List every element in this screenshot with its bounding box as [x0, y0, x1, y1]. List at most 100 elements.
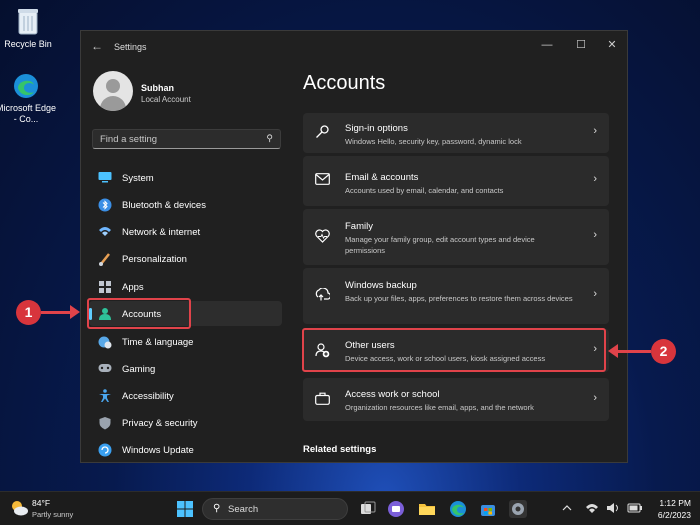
- step-badge-1: 1: [16, 300, 41, 325]
- arrow-1-shaft: [41, 311, 71, 314]
- file-explorer-icon[interactable]: [418, 500, 436, 518]
- card-description: Accounts used by email, calendar, and co…: [345, 186, 504, 195]
- desktop-icon-label: Microsoft Edge - Co...: [0, 103, 57, 124]
- chevron-right-icon: ›: [593, 288, 597, 300]
- sidebar-item-time-language[interactable]: Time & language: [89, 329, 282, 354]
- weather-temperature: 84°F: [32, 498, 51, 508]
- task-view-icon[interactable]: [359, 500, 377, 518]
- chevron-right-icon: ›: [593, 229, 597, 241]
- card-email-accounts[interactable]: Email & accounts Accounts used by email,…: [303, 156, 609, 206]
- back-arrow-icon[interactable]: ←: [91, 39, 103, 53]
- sidebar-item-label: Privacy & security: [122, 418, 198, 429]
- taskbar-search-label: Search: [228, 504, 259, 515]
- backup-icon: [314, 287, 331, 304]
- sidebar-item-privacy[interactable]: Privacy & security: [89, 410, 282, 435]
- gamepad-icon: [98, 362, 112, 375]
- card-description: Back up your files, apps, preferences to…: [345, 294, 573, 303]
- card-title: Family: [345, 221, 373, 232]
- family-heart-icon: [314, 229, 330, 245]
- window-title: Settings: [114, 42, 147, 52]
- search-input[interactable]: Find a setting ⚲: [92, 129, 281, 149]
- card-title: Email & accounts: [345, 172, 419, 183]
- battery-icon[interactable]: [627, 502, 643, 514]
- card-access-work-school[interactable]: Access work or school Organization resou…: [303, 378, 609, 421]
- bluetooth-icon: [98, 198, 112, 212]
- chevron-up-icon[interactable]: [562, 502, 572, 514]
- search-placeholder: Find a setting: [100, 134, 158, 145]
- sidebar-item-network[interactable]: Network & internet: [89, 219, 282, 244]
- accessibility-icon: [98, 389, 112, 402]
- sidebar-item-gaming[interactable]: Gaming: [89, 356, 282, 381]
- mail-icon: [314, 173, 330, 189]
- user-name: Subhan: [141, 83, 174, 93]
- desktop-icon-label: Recycle Bin: [4, 39, 52, 49]
- taskbar: 84°F Partly sunny ⚲ Search 1:12 PM 6/2/2…: [0, 491, 700, 525]
- update-icon: [98, 443, 112, 457]
- wifi-tray-icon[interactable]: [585, 502, 599, 514]
- card-family[interactable]: Family Manage your family group, edit ac…: [303, 209, 609, 265]
- volume-icon[interactable]: [606, 502, 620, 514]
- account-type: Local Account: [141, 95, 191, 104]
- close-button[interactable]: ✕: [603, 37, 621, 53]
- search-icon: ⚲: [266, 133, 273, 143]
- sidebar-item-label: Apps: [122, 282, 144, 293]
- briefcase-icon: [314, 392, 330, 408]
- sidebar-item-label: Time & language: [122, 337, 194, 348]
- arrow-1-head: [70, 305, 80, 319]
- desktop-icon-edge[interactable]: Microsoft Edge - Co...: [0, 72, 58, 125]
- title-bar: ← Settings — ☐ ✕: [81, 31, 627, 61]
- taskbar-search[interactable]: ⚲ Search: [202, 498, 348, 520]
- recycle-bin-icon: [18, 9, 38, 35]
- search-icon: ⚲: [213, 503, 221, 514]
- edge-taskbar-icon[interactable]: [449, 500, 467, 518]
- sidebar-item-label: Gaming: [122, 364, 156, 375]
- weather-description: Partly sunny: [32, 510, 74, 519]
- avatar[interactable]: [93, 71, 133, 111]
- clock-date[interactable]: 6/2/2023: [651, 510, 691, 520]
- sidebar-item-personalization[interactable]: Personalization: [89, 246, 282, 271]
- sidebar-item-label: Bluetooth & devices: [122, 200, 206, 211]
- card-title: Windows backup: [345, 280, 417, 291]
- highlight-other-users: [302, 328, 606, 372]
- sidebar-item-accessibility[interactable]: Accessibility: [89, 383, 282, 408]
- sidebar-item-windows-update[interactable]: Windows Update: [89, 437, 282, 462]
- sidebar-item-label: Windows Update: [122, 445, 194, 456]
- card-description: Windows Hello, security key, password, d…: [345, 137, 522, 146]
- wifi-icon: [98, 225, 112, 238]
- sidebar-item-label: Personalization: [122, 254, 187, 265]
- shield-icon: [98, 416, 112, 430]
- weather-icon[interactable]: [9, 499, 29, 517]
- related-settings-heading: Related settings: [303, 444, 377, 455]
- start-icon[interactable]: [176, 500, 194, 518]
- arrow-2-shaft: [617, 350, 651, 353]
- clock-time[interactable]: 1:12 PM: [651, 498, 691, 508]
- edge-icon: [14, 74, 38, 98]
- card-description: Organization resources like email, apps,…: [345, 403, 534, 412]
- maximize-button[interactable]: ☐: [572, 37, 590, 53]
- card-title: Access work or school: [345, 389, 440, 400]
- minimize-button[interactable]: —: [538, 37, 556, 53]
- brush-icon: [98, 252, 112, 266]
- sidebar-item-apps[interactable]: Apps: [89, 274, 282, 299]
- chevron-right-icon: ›: [593, 125, 597, 137]
- teams-chat-icon[interactable]: [387, 500, 405, 518]
- monitor-icon: [98, 171, 112, 184]
- sidebar-item-label: System: [122, 173, 154, 184]
- apps-icon: [98, 280, 112, 293]
- card-title: Sign-in options: [345, 123, 408, 134]
- settings-taskbar-icon[interactable]: [509, 500, 527, 518]
- step-badge-2: 2: [651, 339, 676, 364]
- page-title: Accounts: [303, 72, 386, 94]
- sidebar-item-system[interactable]: System: [89, 165, 282, 190]
- card-sign-in-options[interactable]: Sign-in options Windows Hello, security …: [303, 113, 609, 153]
- desktop-icon-recycle-bin[interactable]: Recycle Bin: [0, 6, 60, 50]
- globe-clock-icon: [98, 335, 112, 349]
- highlight-accounts: [87, 298, 191, 329]
- store-icon[interactable]: [479, 500, 497, 518]
- sidebar-item-label: Network & internet: [122, 227, 201, 238]
- sidebar-item-bluetooth[interactable]: Bluetooth & devices: [89, 192, 282, 217]
- card-description: Manage your family group, edit account t…: [345, 235, 535, 255]
- chevron-right-icon: ›: [593, 173, 597, 185]
- settings-window: ← Settings — ☐ ✕ Subhan Local Account Fi…: [80, 30, 628, 463]
- card-windows-backup[interactable]: Windows backup Back up your files, apps,…: [303, 268, 609, 324]
